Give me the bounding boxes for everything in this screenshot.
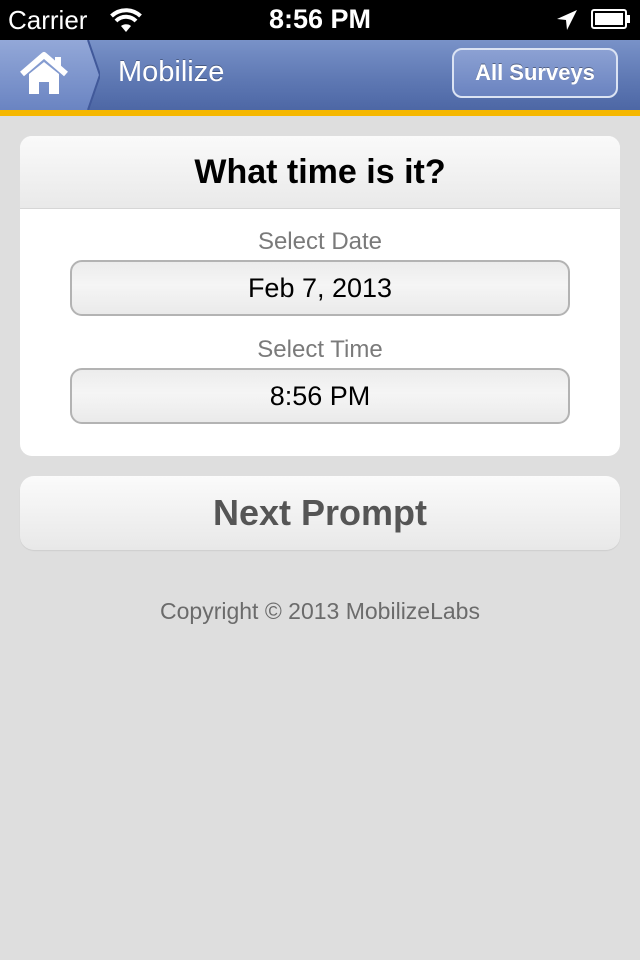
next-prompt-button[interactable]: Next Prompt — [20, 476, 620, 550]
home-button[interactable] — [0, 39, 102, 111]
select-date-label: Select Date — [257, 228, 383, 255]
nav-bar: Mobilize All Surveys — [0, 39, 640, 116]
copyright-text: Copyright © 2013 MobilizeLabs — [160, 598, 480, 624]
select-time-label: Select Time — [257, 336, 383, 363]
prompt-card: What time is it? Select Date Feb 7, 2013… — [20, 136, 620, 456]
home-icon — [0, 39, 102, 111]
time-field[interactable]: 8:56 PM — [70, 368, 570, 424]
location-icon — [557, 10, 577, 30]
all-surveys-button[interactable]: All Surveys — [452, 48, 618, 98]
date-field[interactable]: Feb 7, 2013 — [70, 260, 570, 316]
status-time: 8:56 PM — [268, 4, 372, 34]
nav-title: Mobilize — [118, 56, 225, 88]
battery-icon — [591, 9, 630, 29]
status-bar: Carrier 8:56 PM — [0, 0, 640, 40]
prompt-question: What time is it? — [20, 136, 620, 209]
